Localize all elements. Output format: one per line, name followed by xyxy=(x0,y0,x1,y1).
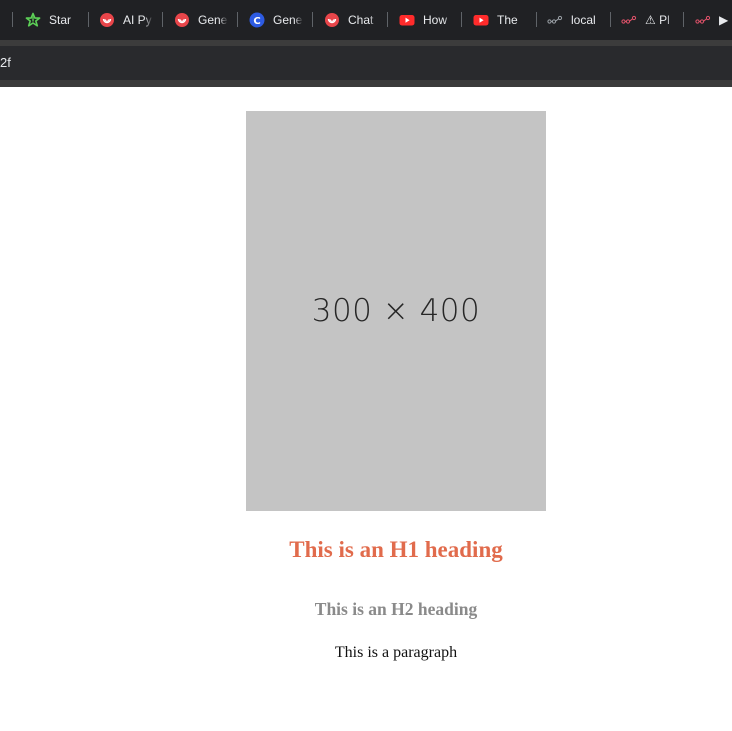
tab-separator xyxy=(536,12,537,27)
address-text[interactable]: 2f xyxy=(0,55,11,70)
tab-separator xyxy=(683,12,684,27)
page-content: 300 × 400 This is an H1 heading This is … xyxy=(0,87,732,731)
tab-label: local xyxy=(571,13,596,27)
tab-8[interactable]: local xyxy=(547,8,605,32)
placeholder-image: 300 × 400 xyxy=(246,111,546,511)
tab-separator xyxy=(387,12,388,27)
graph-icon xyxy=(621,12,637,28)
tab-separator xyxy=(12,12,13,27)
placeholder-image-label: 300 × 400 xyxy=(311,293,481,329)
star-outline-icon xyxy=(25,12,41,28)
tab-separator xyxy=(312,12,313,27)
tab-label: Star xyxy=(49,13,72,27)
tab-9[interactable]: ⚠ Pl xyxy=(621,8,675,32)
tab-separator xyxy=(237,12,238,27)
youtube-icon xyxy=(473,12,489,28)
tab-3[interactable]: Gene xyxy=(174,8,228,32)
tab-separator xyxy=(610,12,611,27)
tab-6[interactable]: How xyxy=(399,8,453,32)
h1-heading: This is an H1 heading xyxy=(289,537,503,562)
address-bar[interactable]: 2f xyxy=(0,46,732,80)
tab-7[interactable]: The xyxy=(473,8,527,32)
tab-2[interactable]: AI Py xyxy=(99,8,153,32)
tab-separator xyxy=(88,12,89,27)
tab-separator xyxy=(461,12,462,27)
h2-heading: This is an H2 heading xyxy=(314,599,478,619)
tab-5[interactable]: Chat xyxy=(324,8,378,32)
tab-label: ⚠ Pl xyxy=(645,13,670,27)
graph-icon xyxy=(547,12,563,28)
tab-1[interactable]: Star xyxy=(25,8,79,32)
red-spiral-icon xyxy=(174,12,190,28)
tab-label: Gene xyxy=(198,13,228,27)
tab-label: The xyxy=(497,13,518,27)
paragraph: This is a paragraph xyxy=(334,644,458,661)
youtube-icon xyxy=(399,12,415,28)
blue-c-icon: C xyxy=(249,12,265,28)
tab-label: Gene xyxy=(273,13,303,27)
red-spiral-icon xyxy=(324,12,340,28)
tab-label: Chat xyxy=(348,13,374,27)
toolbar-bottom-border xyxy=(0,80,732,87)
svg-text:C: C xyxy=(253,16,260,27)
tab-separator xyxy=(162,12,163,27)
tab-4[interactable]: C Gene xyxy=(249,8,303,32)
tab-label: How xyxy=(423,13,448,27)
graph-icon xyxy=(695,12,711,28)
tab-10[interactable]: ▶ xyxy=(695,8,732,32)
browser-chrome: Star AI Py Gene C Gene Chat How The loca… xyxy=(0,0,732,87)
red-spiral-icon xyxy=(99,12,115,28)
tab-label: ▶ xyxy=(719,13,729,27)
tab-strip: Star AI Py Gene C Gene Chat How The loca… xyxy=(0,0,732,40)
tab-label: AI Py xyxy=(123,13,152,27)
